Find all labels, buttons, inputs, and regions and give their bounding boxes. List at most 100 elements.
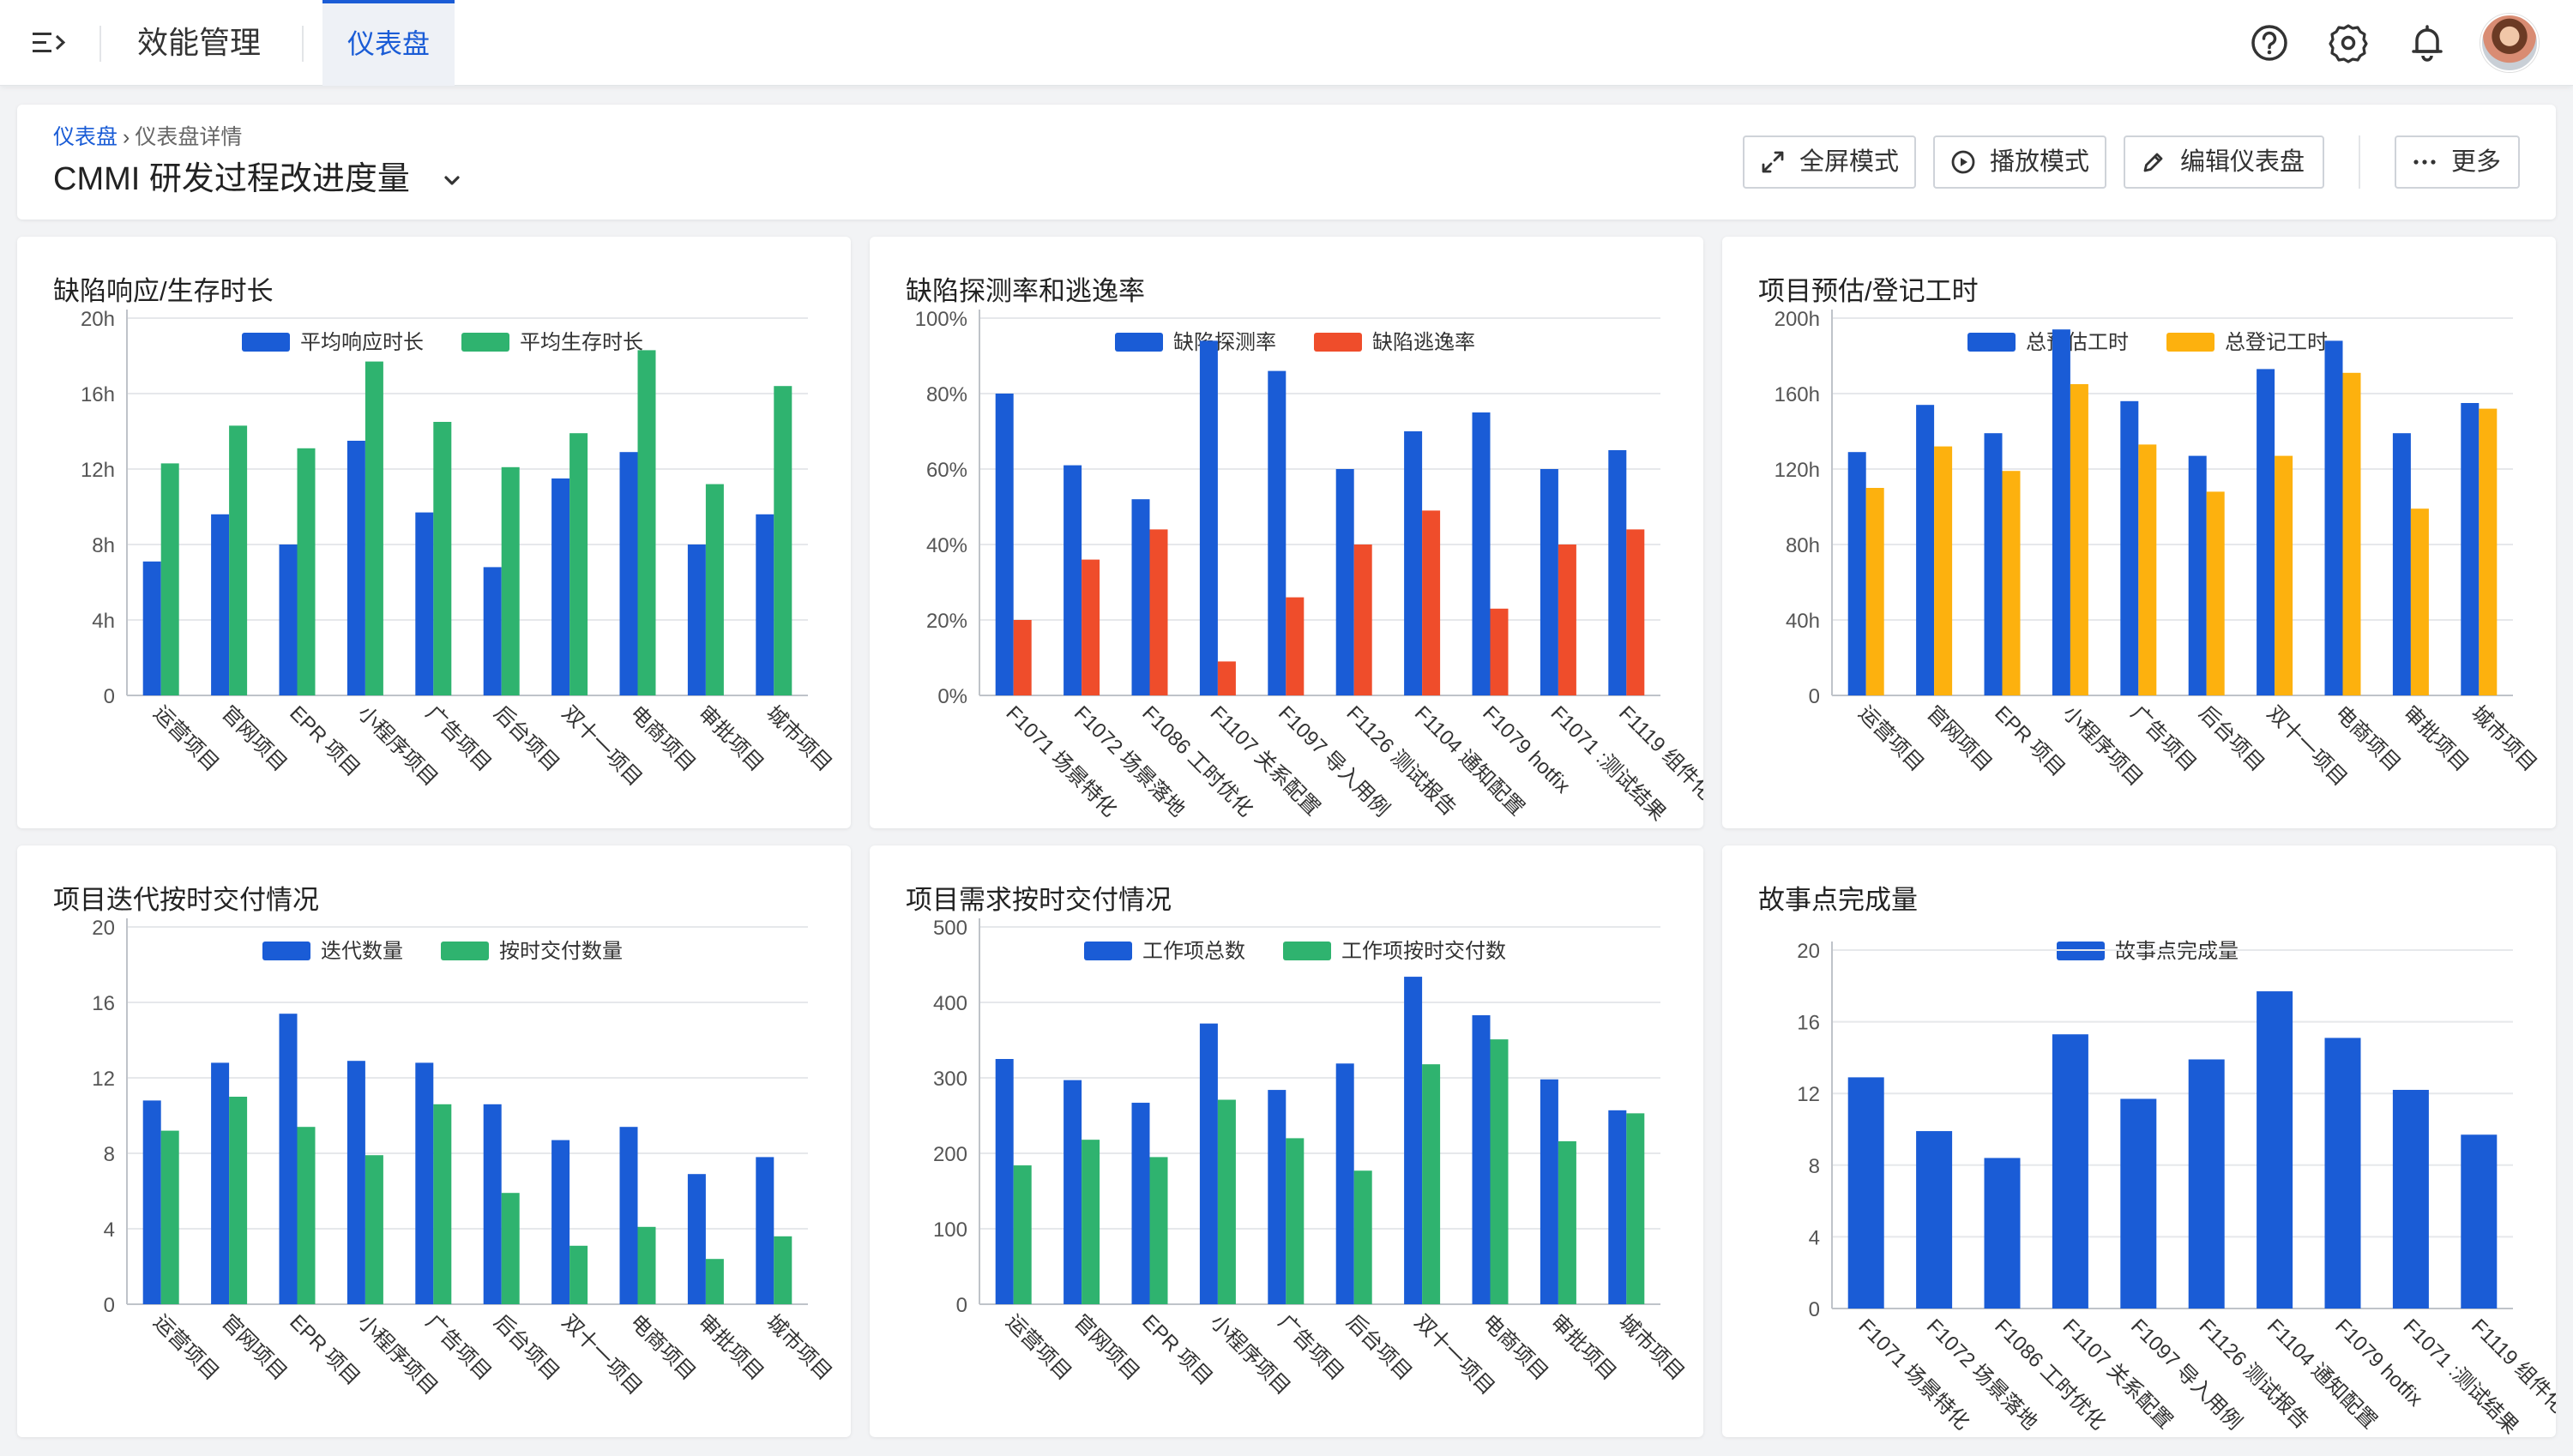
bar-7-1[interactable] [1490,608,1509,695]
legend-swatch[interactable] [461,333,509,352]
bar-3-1[interactable] [1217,1099,1236,1304]
breadcrumb-dashboard-link[interactable]: 仪表盘 [53,125,118,149]
bar-9-1[interactable] [1626,1113,1645,1304]
bar-1-1[interactable] [229,425,248,695]
bar-1-1[interactable] [1082,1140,1100,1304]
bar-0-1[interactable] [1865,488,1884,695]
bar-9-0[interactable] [756,514,774,695]
bar-3-1[interactable] [365,1155,383,1304]
bar-9-1[interactable] [774,386,792,695]
bar-0-0[interactable] [995,394,1014,695]
legend-swatch[interactable] [1084,942,1132,960]
bar-8-0[interactable] [687,544,706,695]
legend-label[interactable]: 缺陷逃逸率 [1372,331,1475,354]
bar-2-1[interactable] [297,1127,316,1304]
legend-label[interactable]: 工作项总数 [1142,940,1245,963]
bar-7-1[interactable] [637,1226,656,1304]
bar-9-0[interactable] [756,1157,774,1304]
legend-swatch[interactable] [242,333,290,352]
bar-3-0[interactable] [2052,1034,2088,1309]
bar-4-1[interactable] [1286,597,1305,695]
bar-7-1[interactable] [1490,1039,1509,1304]
bar-4-0[interactable] [415,512,434,695]
bar-7-0[interactable] [1472,1014,1491,1304]
bar-8-0[interactable] [687,1174,706,1304]
bar-8-0[interactable] [2392,1090,2429,1309]
help-icon[interactable] [2249,22,2290,63]
bar-1-0[interactable] [1064,465,1082,695]
bar-7-1[interactable] [2342,372,2361,695]
bar-5-0[interactable] [483,1104,502,1304]
bar-5-1[interactable] [1353,1170,1372,1304]
bar-5-0[interactable] [483,567,502,695]
bar-2-0[interactable] [279,544,298,695]
bar-4-0[interactable] [1268,1090,1286,1304]
bar-6-0[interactable] [1404,977,1423,1304]
bar-2-0[interactable] [1131,499,1150,695]
bar-2-0[interactable] [1984,1158,2021,1309]
bar-6-1[interactable] [569,433,588,695]
more-button[interactable]: 更多 [2395,135,2520,189]
bar-6-1[interactable] [1422,510,1441,695]
bar-6-0[interactable] [2257,369,2275,695]
legend-label[interactable]: 工作项按时交付数 [1341,940,1506,963]
bar-7-0[interactable] [2324,1038,2361,1309]
bar-2-1[interactable] [1149,529,1168,695]
bar-8-1[interactable] [2410,508,2429,695]
bar-6-0[interactable] [551,1140,570,1304]
bar-6-1[interactable] [569,1245,588,1304]
menu-toggle-icon[interactable] [31,26,69,60]
bar-9-0[interactable] [2461,1134,2498,1309]
bar-5-0[interactable] [2188,455,2207,695]
bar-2-0[interactable] [1131,1103,1150,1304]
bar-6-0[interactable] [2257,991,2293,1309]
bar-4-0[interactable] [2120,400,2139,695]
bar-3-1[interactable] [2070,384,2088,695]
bar-9-0[interactable] [1608,450,1627,695]
bar-4-1[interactable] [433,1104,452,1304]
bar-0-1[interactable] [1013,1165,1032,1304]
legend-swatch[interactable] [441,942,489,960]
bar-1-0[interactable] [211,514,230,695]
bar-1-0[interactable] [211,1062,230,1304]
bar-3-1[interactable] [1217,661,1236,695]
legend-swatch[interactable] [1283,942,1331,960]
bar-4-1[interactable] [433,422,452,695]
bar-2-0[interactable] [279,1014,298,1304]
legend-label[interactable]: 按时交付数量 [499,940,623,963]
bar-9-0[interactable] [2461,403,2480,695]
bar-5-1[interactable] [1353,544,1372,695]
legend-label[interactable]: 迭代数量 [321,940,403,963]
bar-5-0[interactable] [1335,1063,1354,1304]
bar-3-1[interactable] [365,361,383,695]
play-mode-button[interactable]: 播放模式 [1933,135,2106,189]
bar-3-0[interactable] [1199,1023,1218,1304]
notification-bell-icon[interactable] [2407,22,2448,63]
tab-dashboard[interactable]: 仪表盘 [322,0,455,86]
legend-swatch[interactable] [1115,333,1163,352]
bar-7-1[interactable] [637,350,656,695]
bar-7-0[interactable] [619,452,638,695]
user-avatar[interactable] [2480,14,2539,72]
legend-swatch[interactable] [1967,333,2016,352]
bar-4-0[interactable] [1268,370,1286,695]
legend-label[interactable]: 总登记工时 [2225,331,2328,354]
bar-4-1[interactable] [2138,444,2157,695]
bar-8-0[interactable] [1540,1079,1558,1304]
bar-5-1[interactable] [2206,491,2225,695]
bar-1-0[interactable] [1064,1080,1082,1304]
bar-0-0[interactable] [1847,452,1866,695]
bar-9-1[interactable] [774,1236,792,1304]
bar-0-1[interactable] [160,463,179,695]
bar-0-0[interactable] [995,1059,1014,1304]
bar-3-0[interactable] [346,441,365,695]
fullscreen-button[interactable]: 全屏模式 [1743,135,1916,189]
bar-7-0[interactable] [1472,412,1491,695]
bar-0-1[interactable] [160,1130,179,1304]
bar-3-0[interactable] [2052,329,2070,695]
bar-4-1[interactable] [1286,1138,1305,1304]
bar-1-0[interactable] [1916,405,1935,695]
bar-1-1[interactable] [1934,446,1953,695]
bar-5-1[interactable] [501,466,520,695]
bar-6-1[interactable] [2275,455,2293,695]
